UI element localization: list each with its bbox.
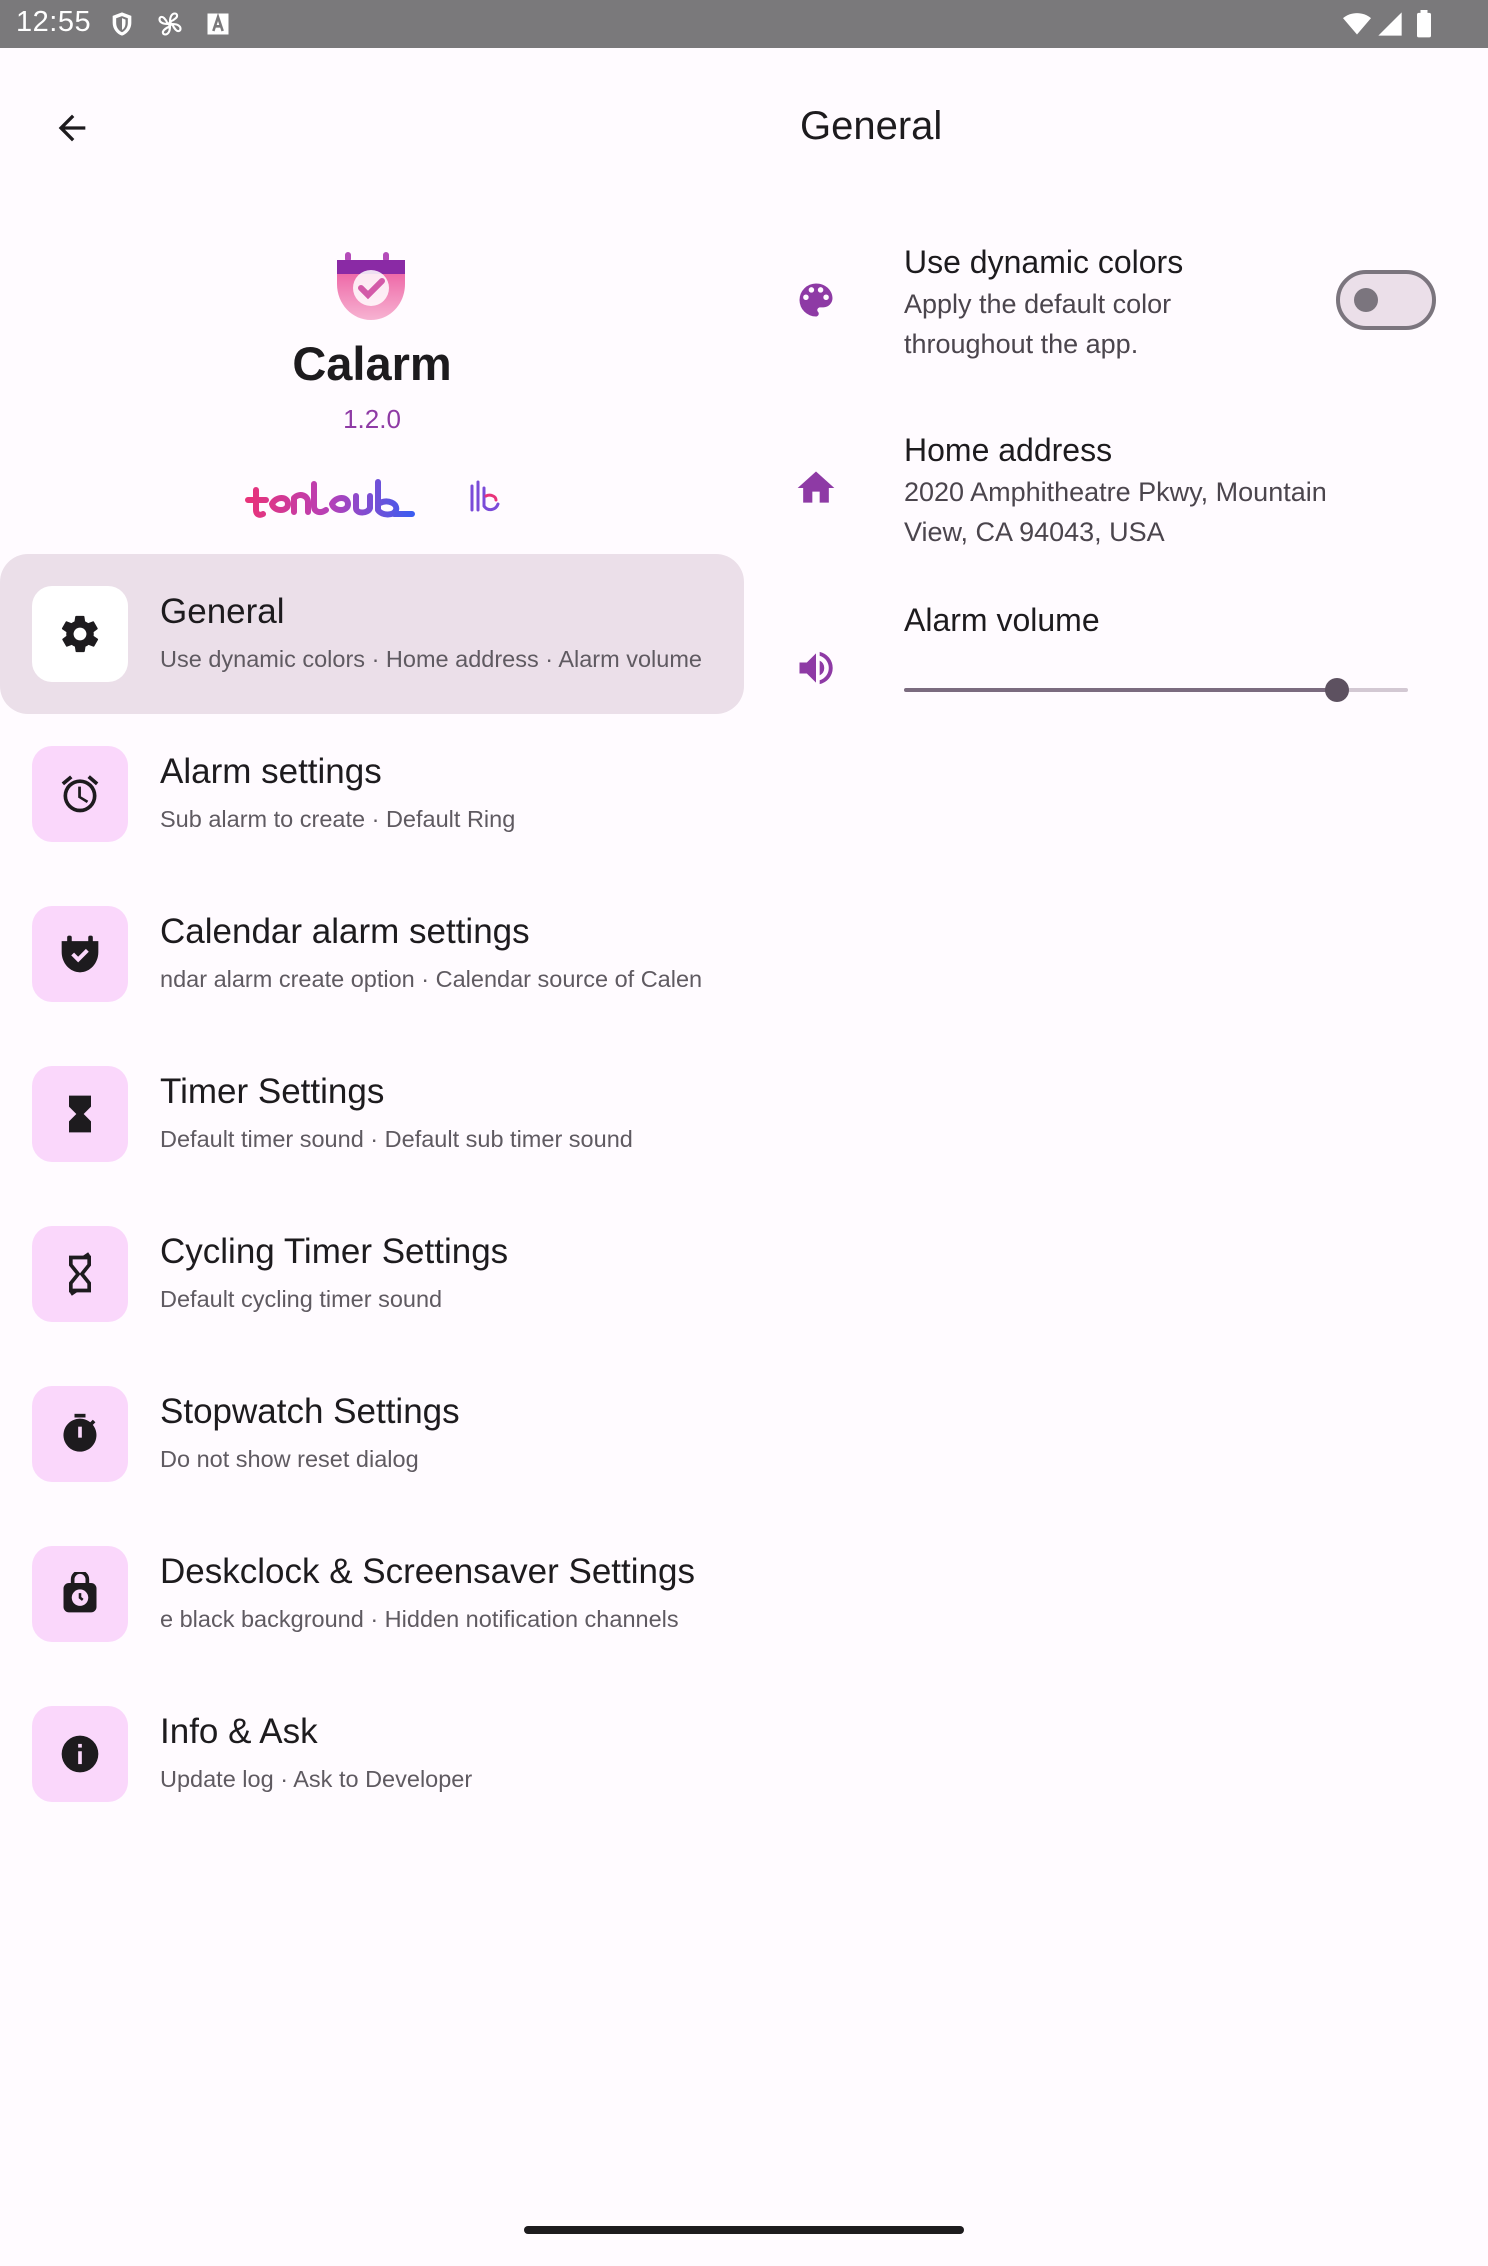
nav-item-title: Timer Settings — [160, 1072, 385, 1111]
pref-subtitle: Apply the default color throughout the a… — [904, 284, 1404, 364]
nav-item-subtitle: Use dynamic colors · Home address · Alar… — [160, 646, 702, 672]
home-icon — [794, 466, 838, 510]
nav-item-title: Calendar alarm settings — [160, 912, 530, 951]
nav-item-title: Info & Ask — [160, 1712, 318, 1751]
signal-icon — [1376, 10, 1404, 38]
gesture-home-indicator[interactable] — [524, 2226, 964, 2234]
nav-item-subtitle: ndar alarm create option · Calendar sour… — [160, 966, 703, 992]
info-icon — [32, 1706, 128, 1802]
nav-item-subtitle: Update log · Ask to Developer — [160, 1766, 473, 1792]
battery-icon — [1414, 10, 1434, 38]
status-time: 12:55 — [16, 6, 92, 38]
developer-logo[interactable] — [244, 476, 416, 520]
app-name: Calarm — [292, 337, 452, 390]
nav-item-subtitle: Default timer sound · Default sub timer … — [160, 1126, 633, 1152]
status-bar: 12:55 — [0, 0, 1488, 48]
nav-item-cycling-timer-settings[interactable]: Cycling Timer Settings Default cycling t… — [0, 1194, 744, 1354]
alarm-clock-icon — [32, 746, 128, 842]
gear-icon — [32, 586, 128, 682]
back-button[interactable] — [40, 96, 104, 160]
arrow-left-icon — [58, 114, 86, 142]
nav-item-timer-settings[interactable]: Timer Settings Default timer sound · Def… — [0, 1034, 744, 1194]
app-logo — [333, 248, 409, 324]
pref-subtitle-line: Apply the default color — [904, 289, 1172, 319]
dynamic-colors-switch[interactable] — [1336, 270, 1436, 330]
shield-icon — [108, 10, 136, 38]
nav-item-subtitle: e black background · Hidden notification… — [160, 1606, 679, 1632]
cycling-hourglass-icon — [32, 1226, 128, 1322]
nav-item-general[interactable]: General Use dynamic colors · Home addres… — [0, 554, 744, 714]
palette-icon — [794, 278, 838, 322]
nav-item-title: Stopwatch Settings — [160, 1392, 460, 1431]
detail-pane-title: General — [800, 104, 943, 148]
nav-item-title: Alarm settings — [160, 752, 382, 791]
developer-secondary-logo[interactable] — [464, 476, 504, 520]
nav-item-calendar-alarm-settings[interactable]: Calendar alarm settings ndar alarm creat… — [0, 874, 744, 1034]
switch-thumb — [1354, 288, 1378, 312]
desk-clock-icon — [32, 1546, 128, 1642]
nav-item-subtitle: Sub alarm to create · Default Ring — [160, 806, 516, 832]
volume-icon — [794, 646, 838, 690]
pref-value-line: 2020 Amphitheatre Pkwy, Mountain — [904, 477, 1327, 507]
nav-item-title: General — [160, 592, 285, 631]
wifi-icon — [1340, 10, 1374, 38]
pref-title: Alarm volume — [904, 602, 1100, 638]
pref-value-line: View, CA 94043, USA — [904, 517, 1165, 547]
fan-icon — [156, 10, 184, 38]
nav-item-alarm-settings[interactable]: Alarm settings Sub alarm to create · Def… — [0, 714, 744, 874]
volume-slider-active-track[interactable] — [904, 688, 1337, 692]
calendar-check-icon — [32, 906, 128, 1002]
nav-item-deskclock-settings[interactable]: Deskclock & Screensaver Settings e black… — [0, 1514, 744, 1674]
nav-item-info-ask[interactable]: Info & Ask Update log · Ask to Developer — [0, 1674, 744, 1834]
app-version: 1.2.0 — [343, 404, 401, 434]
pref-title: Home address — [904, 432, 1113, 468]
volume-slider-thumb[interactable] — [1325, 678, 1349, 702]
pref-title: Use dynamic colors — [904, 244, 1184, 280]
nav-item-stopwatch-settings[interactable]: Stopwatch Settings Do not show reset dia… — [0, 1354, 744, 1514]
nav-item-title: Deskclock & Screensaver Settings — [160, 1552, 695, 1591]
pref-subtitle-line: throughout the app. — [904, 329, 1139, 359]
a-box-icon — [204, 10, 232, 38]
pref-value: 2020 Amphitheatre Pkwy, Mountain View, C… — [904, 472, 1404, 552]
nav-item-subtitle: Default cycling timer sound — [160, 1286, 443, 1312]
stopwatch-icon — [32, 1386, 128, 1482]
nav-item-title: Cycling Timer Settings — [160, 1232, 509, 1271]
hourglass-icon — [32, 1066, 128, 1162]
nav-item-subtitle: Do not show reset dialog — [160, 1446, 419, 1472]
